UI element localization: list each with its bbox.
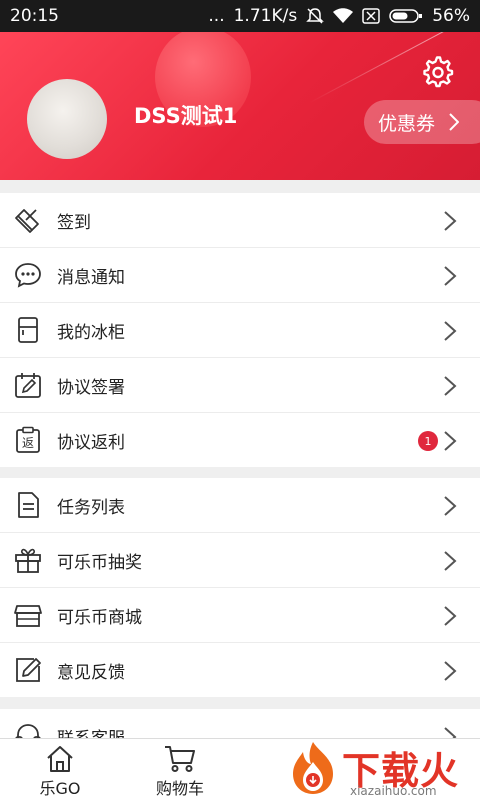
menu-item-label: 我的冰柜 (57, 322, 125, 343)
tab-lego[interactable]: 乐GO (20, 739, 100, 801)
chevron-right-icon (444, 431, 457, 451)
task-list-icon (18, 492, 39, 518)
menu-item-coin-lottery[interactable]: 可乐币抽奖 (0, 533, 480, 588)
status-time: 20:15 (10, 6, 59, 26)
menu-group-1: 签到 消息通知 我的冰柜 协议签署 返 协议返利 1 (0, 193, 480, 467)
menu-item-label: 协议签署 (57, 377, 125, 398)
watermark: 下载火 xiazaihuo.com (284, 736, 480, 800)
watermark-url: xiazaihuo.com (350, 784, 437, 798)
menu-item-label: 任务列表 (57, 497, 125, 518)
headset-icon (15, 724, 41, 739)
feedback-icon (16, 658, 41, 682)
menu-item-label: 可乐币商城 (57, 607, 142, 628)
notification-badge: 1 (418, 431, 438, 451)
network-speed: 1.71K/s (233, 6, 298, 26)
chevron-right-icon (449, 113, 460, 131)
menu-item-label: 消息通知 (57, 267, 125, 288)
chevron-right-icon (444, 606, 457, 626)
menu-item-label: 签到 (57, 212, 91, 233)
mute-icon (306, 8, 325, 24)
menu-item-agreement-sign[interactable]: 协议签署 (0, 358, 480, 413)
home-icon (47, 746, 73, 772)
tab-label: 购物车 (155, 779, 204, 798)
avatar[interactable] (27, 79, 107, 159)
settings-gear-icon[interactable] (422, 56, 454, 88)
menu-item-task-list[interactable]: 任务列表 (0, 478, 480, 533)
gift-icon (15, 548, 41, 573)
menu-item-label: 联系客服 (57, 728, 125, 740)
menu-group-3: 联系客服 (0, 709, 480, 739)
menu-item-label: 意见反馈 (57, 662, 125, 683)
svg-text:返: 返 (22, 436, 34, 450)
coupon-label: 优惠券 (378, 112, 436, 135)
chevron-right-icon (444, 661, 457, 681)
menu-item-label: 协议返利 (57, 432, 125, 453)
sim-icon (362, 8, 380, 24)
menu-item-agreement-rebate[interactable]: 返 协议返利 1 (0, 413, 480, 467)
coupon-button[interactable]: 优惠券 (364, 100, 480, 144)
menu-item-sign-in[interactable]: 签到 (0, 193, 480, 248)
rebate-icon: 返 (16, 426, 40, 453)
status-dots: ... (208, 6, 225, 26)
menu-item-customer-service[interactable]: 联系客服 (0, 709, 480, 739)
chevron-right-icon (444, 211, 457, 231)
username: DSS测试1 (134, 104, 238, 128)
chevron-right-icon (444, 321, 457, 341)
menu-item-label: 可乐币抽奖 (57, 552, 142, 573)
chevron-right-icon (444, 551, 457, 571)
menu-item-coin-store[interactable]: 可乐币商城 (0, 588, 480, 643)
profile-header: DSS测试1 优惠券 (0, 32, 480, 180)
menu-group-2: 任务列表 可乐币抽奖 可乐币商城 意见反馈 (0, 478, 480, 697)
menu-item-my-fridge[interactable]: 我的冰柜 (0, 303, 480, 358)
wifi-icon (333, 8, 354, 23)
chevron-right-icon (444, 496, 457, 516)
fridge-icon (18, 317, 38, 343)
status-bar: 20:15 ... 1.71K/s 56% (0, 0, 480, 32)
calendar-sign-icon (15, 373, 41, 398)
tab-cart[interactable]: 购物车 (140, 739, 220, 801)
battery-icon (389, 9, 423, 23)
chevron-right-icon (444, 376, 457, 396)
message-icon (15, 263, 41, 288)
battery-percent: 56% (432, 6, 470, 26)
tab-label: 乐GO (39, 779, 81, 798)
menu-item-messages[interactable]: 消息通知 (0, 248, 480, 303)
store-icon (14, 605, 42, 627)
menu-item-feedback[interactable]: 意见反馈 (0, 643, 480, 697)
chevron-right-icon (444, 266, 457, 286)
flame-logo-icon (293, 742, 333, 794)
sign-in-icon (15, 209, 39, 233)
cart-icon (165, 746, 195, 772)
